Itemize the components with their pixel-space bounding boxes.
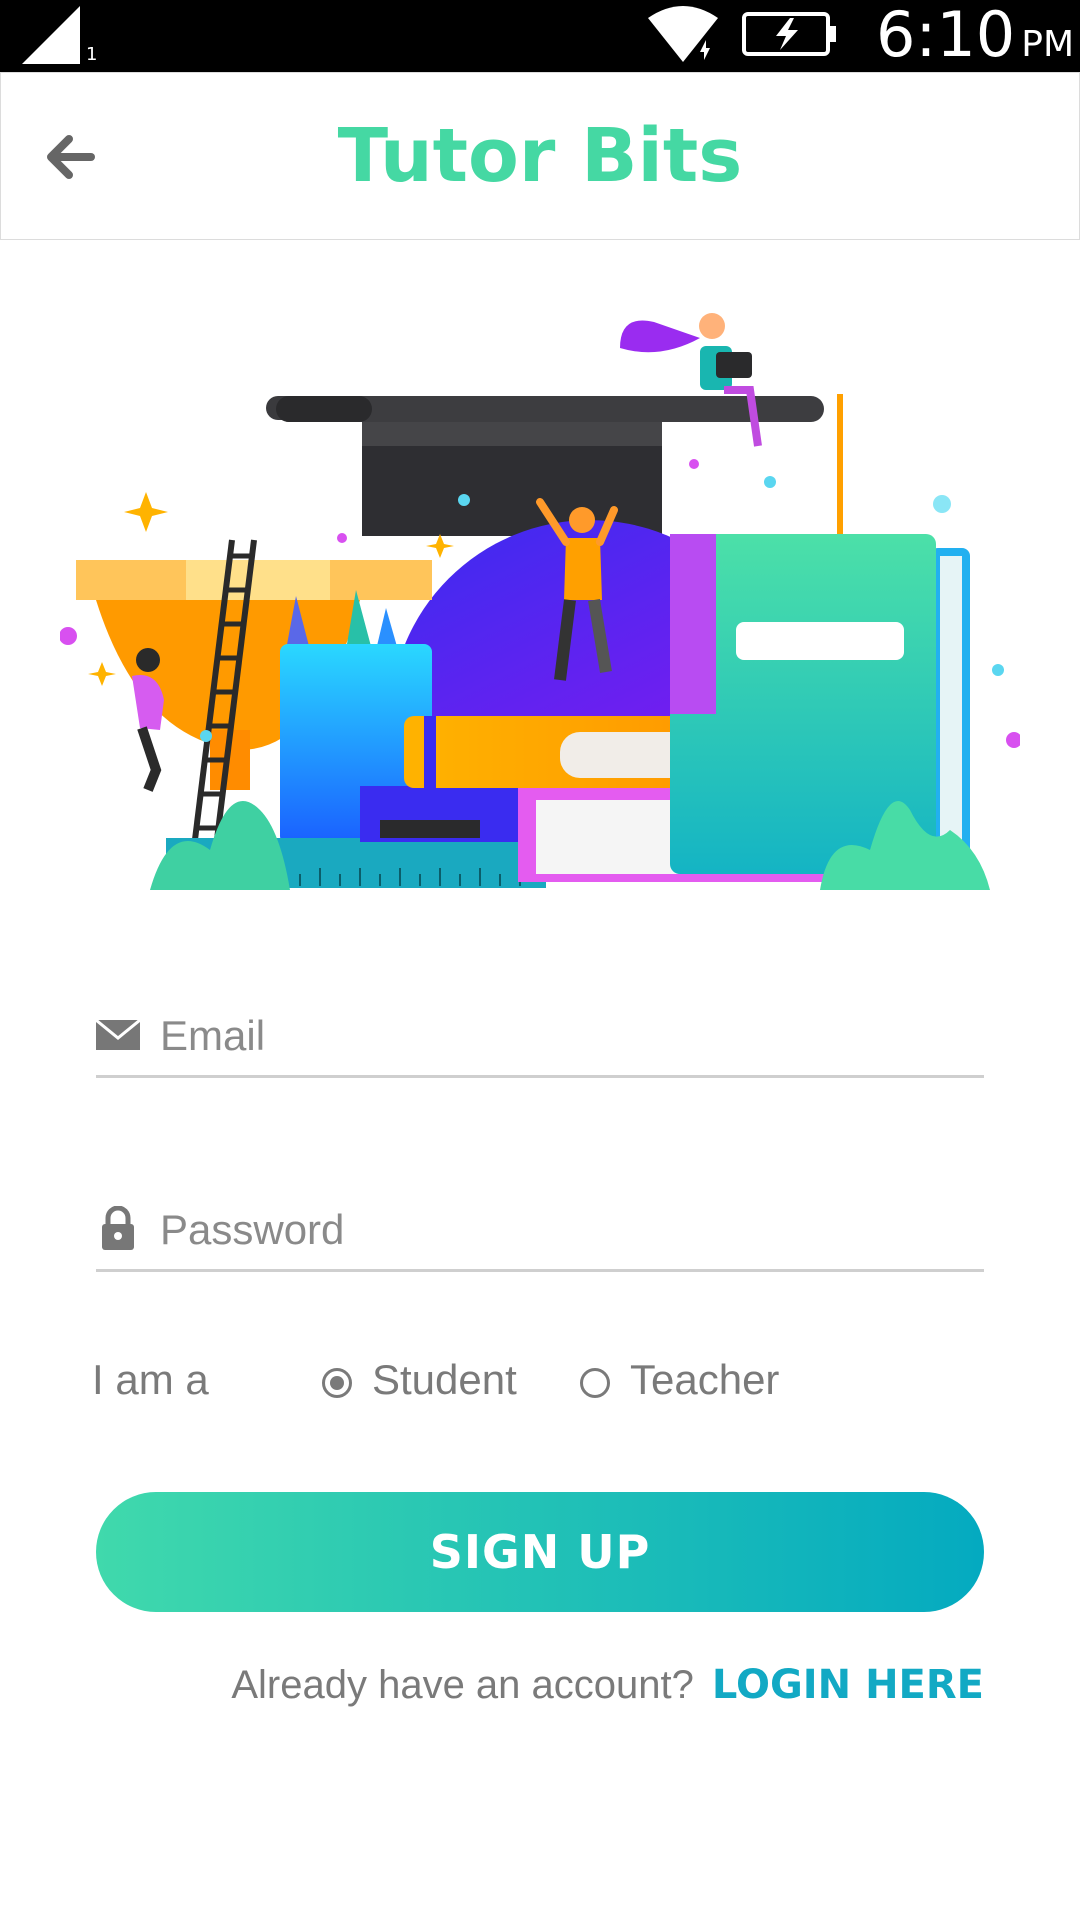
mail-icon (96, 1018, 140, 1050)
education-illustration (60, 313, 1020, 890)
page-title: Tutor Bits (337, 113, 743, 199)
login-prompt-row: Already have an account? LOGIN HERE (231, 1662, 984, 1708)
clock-ampm: PM (1021, 24, 1075, 65)
radio-unselected-icon (580, 1368, 610, 1398)
radio-selected-icon (322, 1368, 352, 1398)
password-input[interactable] (160, 1192, 980, 1268)
radio-student-label: Student (372, 1356, 517, 1403)
status-bar: 1 6:10 PM (0, 0, 1080, 72)
clock: 6:10 PM (876, 2, 1074, 78)
login-link[interactable]: LOGIN HERE (712, 1662, 984, 1708)
radio-teacher-label: Teacher (630, 1356, 780, 1403)
login-prompt-text: Already have an account? (231, 1663, 694, 1707)
lock-icon (102, 1206, 134, 1250)
radio-teacher[interactable]: Teacher (580, 1356, 779, 1404)
email-field (96, 998, 984, 1078)
sim-indicator: 1 (86, 44, 98, 65)
email-input[interactable] (160, 998, 980, 1074)
battery-charging-icon (742, 12, 836, 56)
signal-icon (22, 6, 80, 64)
clock-time: 6:10 (876, 0, 1016, 71)
role-selector: I am a Student Teacher (92, 1352, 992, 1412)
app-bar: Tutor Bits (0, 72, 1080, 240)
signup-button[interactable]: SIGN UP (96, 1492, 984, 1612)
role-label: I am a (92, 1356, 209, 1403)
radio-student[interactable]: Student (322, 1356, 517, 1404)
password-field (96, 1192, 984, 1272)
wifi-icon (648, 6, 718, 62)
